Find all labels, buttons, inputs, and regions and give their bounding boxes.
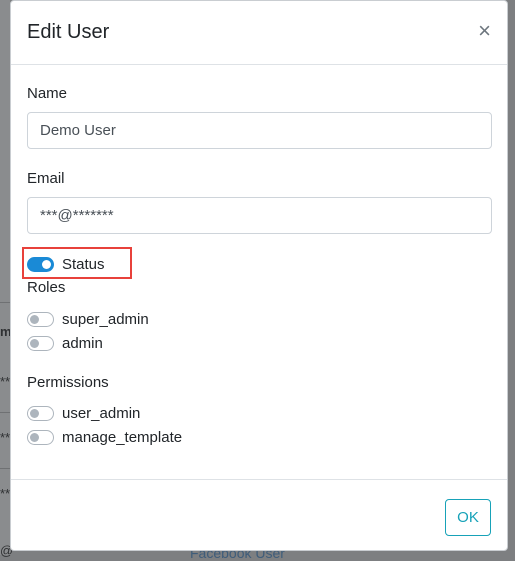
name-label: Name	[27, 85, 68, 102]
background-row-mark: **	[0, 486, 11, 501]
toggle-knob-icon	[30, 432, 39, 442]
role-admin-toggle[interactable]	[27, 335, 54, 351]
role-super-admin-label: super_admin	[62, 310, 149, 328]
permission-manage-template-row[interactable]: manage_template	[27, 427, 182, 447]
email-input[interactable]: ***@*******	[27, 197, 492, 234]
close-icon[interactable]: ×	[478, 20, 491, 42]
edit-user-modal: Edit User × Name Demo User Email ***@***…	[10, 0, 508, 551]
permission-user-admin-toggle[interactable]	[27, 405, 54, 421]
background-left-edge	[0, 0, 10, 555]
background-divider	[0, 302, 10, 303]
background-divider	[0, 412, 10, 413]
ok-button[interactable]: OK	[445, 499, 491, 536]
role-super-admin-toggle[interactable]	[27, 311, 54, 327]
name-input[interactable]: Demo User	[27, 112, 492, 149]
modal-title: Edit User	[27, 21, 110, 43]
permission-user-admin-label: user_admin	[62, 404, 141, 422]
role-admin-label: admin	[62, 334, 103, 352]
email-label: Email	[27, 170, 65, 187]
status-highlight	[22, 247, 132, 279]
modal-footer: OK	[11, 479, 507, 550]
roles-label: Roles	[27, 279, 66, 296]
permission-manage-template-label: manage_template	[62, 428, 183, 446]
background-row-mark: **	[0, 430, 11, 445]
toggle-knob-icon	[30, 338, 39, 348]
toggle-knob-icon	[30, 408, 39, 418]
permission-user-admin-row[interactable]: user_admin	[27, 403, 140, 423]
background-row-mark: **	[0, 374, 11, 389]
toggle-knob-icon	[30, 314, 39, 324]
role-admin-row[interactable]: admin	[27, 333, 103, 353]
permissions-label: Permissions	[27, 374, 109, 391]
permission-manage-template-toggle[interactable]	[27, 429, 54, 445]
background-divider	[0, 468, 10, 469]
role-super-admin-row[interactable]: super_admin	[27, 309, 149, 329]
modal-header: Edit User ×	[11, 1, 507, 65]
